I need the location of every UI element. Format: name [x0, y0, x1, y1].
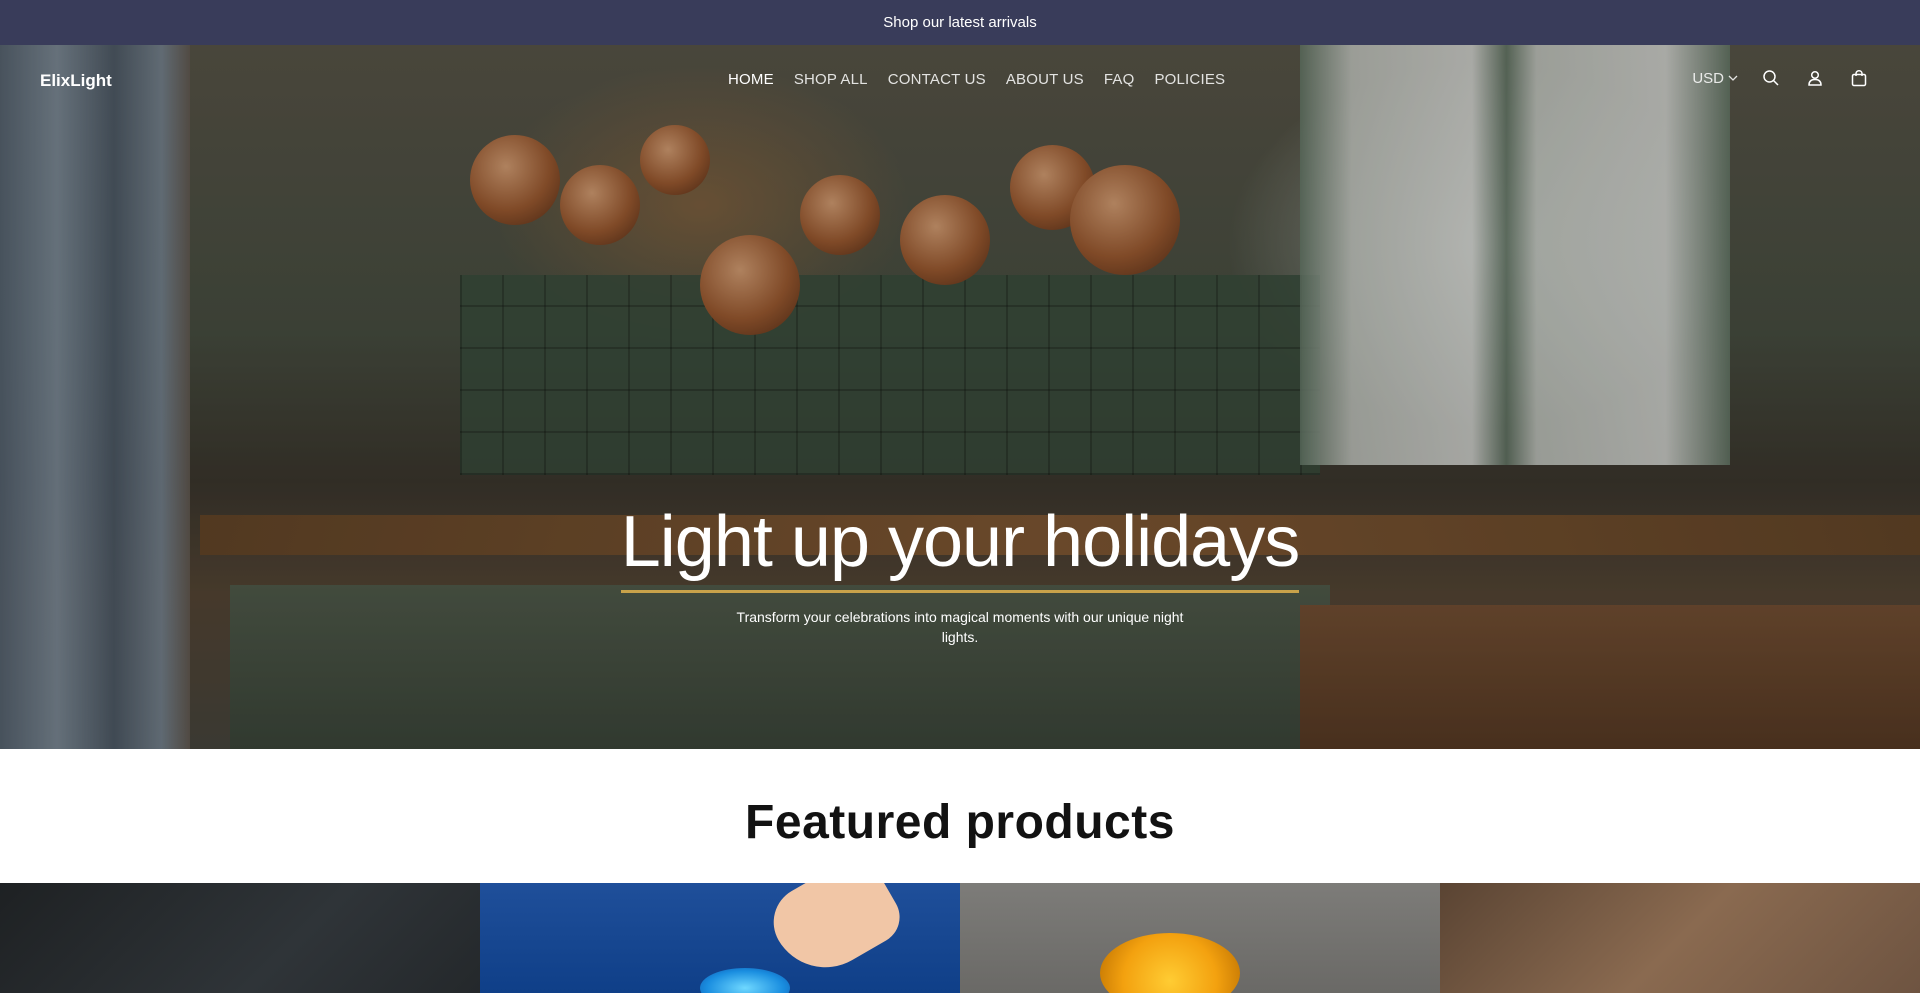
- site-logo[interactable]: ElixLight: [40, 71, 112, 91]
- hero-subtitle: Transform your celebrations into magical…: [736, 609, 1184, 645]
- header-tools: USD: [1692, 67, 1870, 89]
- account-icon[interactable]: [1804, 67, 1826, 89]
- product-card[interactable]: [960, 883, 1440, 993]
- product-grid: [0, 883, 1920, 993]
- announcement-text[interactable]: Shop our latest arrivals: [883, 14, 1036, 31]
- product-image: [700, 968, 790, 993]
- announcement-bar[interactable]: Shop our latest arrivals: [0, 0, 1920, 45]
- site-header: ElixLight HOME SHOP ALL CONTACT US ABOUT…: [0, 45, 1920, 115]
- product-image: [760, 883, 910, 987]
- product-card[interactable]: [0, 883, 480, 993]
- nav-item-policies[interactable]: POLICIES: [1154, 71, 1225, 88]
- nav-item-contact-us[interactable]: CONTACT US: [888, 71, 986, 88]
- chevron-down-icon: [1728, 70, 1738, 87]
- nav-item-faq[interactable]: FAQ: [1104, 71, 1135, 88]
- product-card[interactable]: [480, 883, 960, 993]
- hero-content: Light up your holidays Transform your ce…: [0, 500, 1920, 647]
- main-nav: HOME SHOP ALL CONTACT US ABOUT US FAQ PO…: [728, 71, 1225, 88]
- currency-label: USD: [1692, 69, 1724, 87]
- nav-item-home[interactable]: HOME: [728, 71, 774, 88]
- search-icon[interactable]: [1760, 67, 1782, 89]
- product-card[interactable]: [1440, 883, 1920, 993]
- hero-title: Light up your holidays: [620, 500, 1300, 593]
- nav-item-shop-all[interactable]: SHOP ALL: [794, 71, 868, 88]
- featured-products-title: Featured products: [745, 796, 1175, 849]
- nav-item-about-us[interactable]: ABOUT US: [1006, 71, 1084, 88]
- cart-icon[interactable]: [1848, 67, 1870, 89]
- product-image: [1100, 933, 1240, 993]
- currency-selector[interactable]: USD: [1692, 70, 1738, 87]
